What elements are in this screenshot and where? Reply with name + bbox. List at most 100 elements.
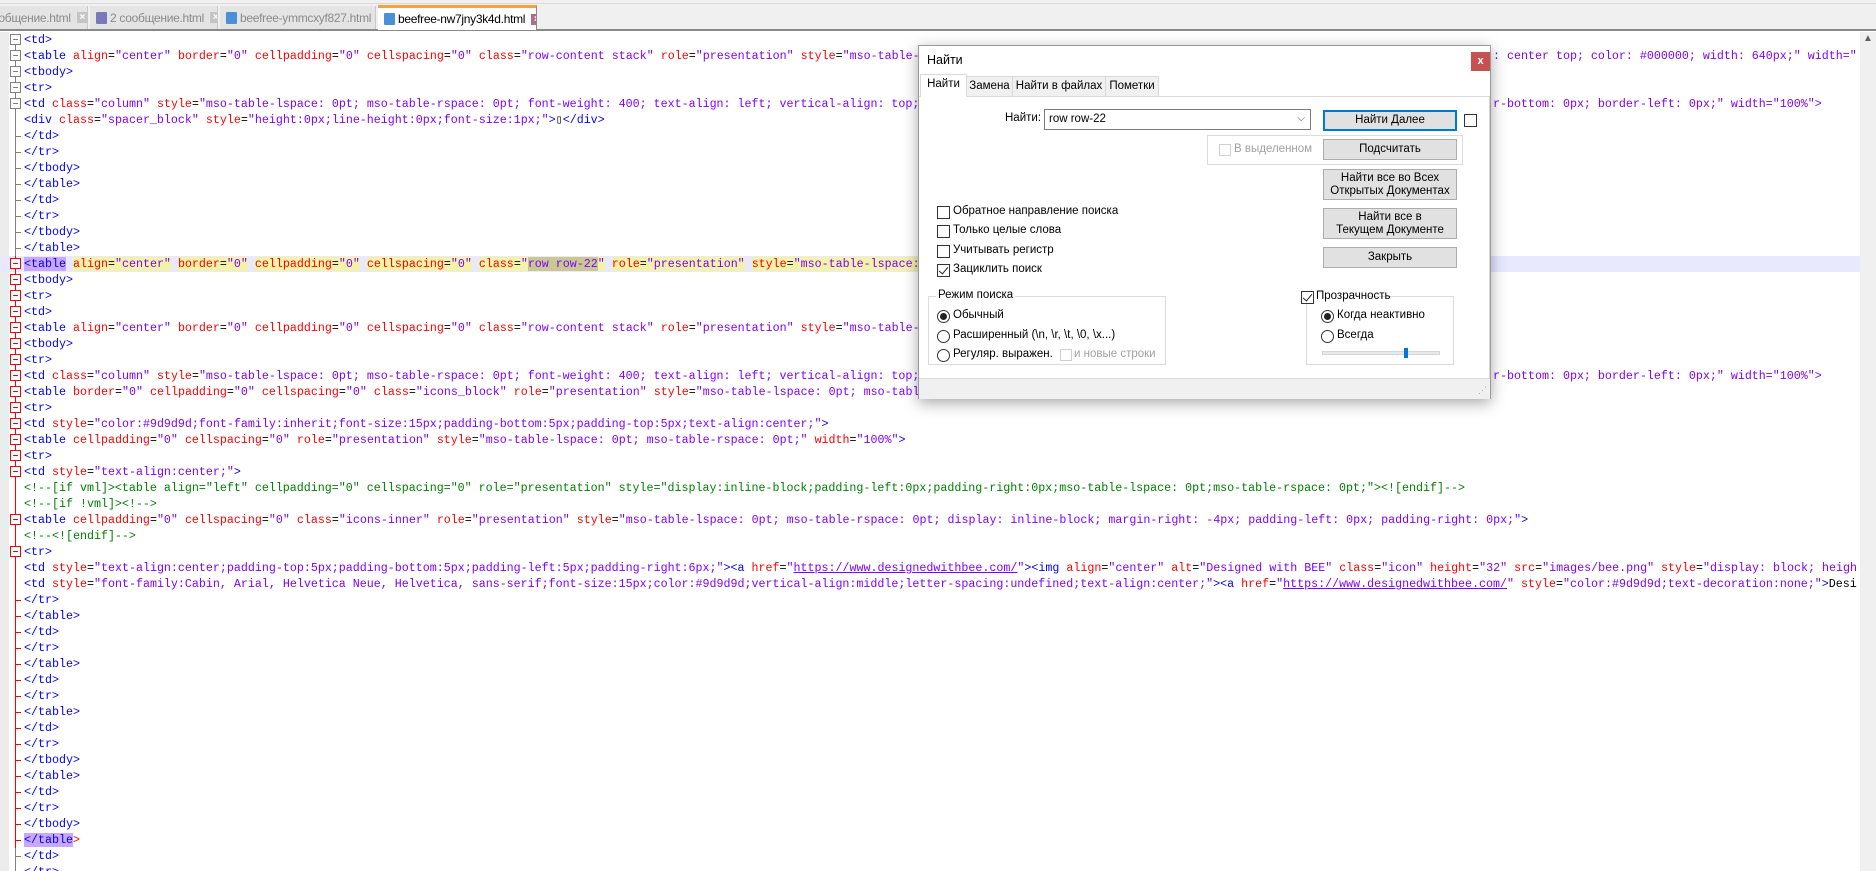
backward-direction-checkbox[interactable] <box>937 206 950 219</box>
code-line[interactable]: </td> <box>0 848 1860 864</box>
code-line[interactable]: </table> <box>0 656 1860 672</box>
chevron-down-icon[interactable]: ⌵ <box>1297 109 1305 128</box>
tab-find[interactable]: Найти <box>920 74 967 97</box>
tab-file-1[interactable]: ообщение.html × <box>0 6 88 29</box>
transparency-always-radio[interactable] <box>1321 330 1334 343</box>
find-input[interactable]: row row-22 ⌵ <box>1044 109 1311 130</box>
resize-grip-icon[interactable]: ⋰ <box>1478 385 1487 396</box>
code-text-left: </tbody> <box>24 224 80 240</box>
transparency-slider[interactable] <box>1322 351 1440 355</box>
code-link[interactable]: https://www.designedwithbee.com/ <box>1283 577 1507 591</box>
tab-mark[interactable]: Пометки <box>1105 76 1159 96</box>
code-equals: = <box>240 113 248 127</box>
code-link[interactable]: https://www.designedwithbee.com/ <box>794 561 1018 575</box>
in-selection-checkbox[interactable] <box>1219 144 1231 156</box>
code-line[interactable]: </td> <box>0 784 1860 800</box>
fold-toggle-icon[interactable] <box>10 64 22 80</box>
code-line[interactable]: </tr> <box>0 800 1860 816</box>
code-line[interactable]: </tbody> <box>0 752 1860 768</box>
find-next-option-checkbox[interactable] <box>1464 114 1477 127</box>
whole-word-checkbox[interactable] <box>937 225 950 238</box>
mode-extended-radio[interactable] <box>937 330 950 343</box>
code-line[interactable]: </table> <box>0 608 1860 624</box>
fold-toggle-icon[interactable] <box>10 304 22 320</box>
fold-toggle-icon[interactable] <box>10 368 22 384</box>
mode-regex-radio[interactable] <box>937 349 950 362</box>
tab-find-in-files[interactable]: Найти в файлах <box>1012 76 1106 96</box>
match-case-checkbox[interactable] <box>937 245 950 258</box>
fold-toggle-icon[interactable] <box>10 400 22 416</box>
fold-toggle-icon[interactable] <box>10 336 22 352</box>
code-line[interactable]: <td style="color:#9d9d9d;font-family:inh… <box>0 416 1860 432</box>
fold-toggle-icon[interactable] <box>10 320 22 336</box>
code-line[interactable]: </tr> <box>0 592 1860 608</box>
code-line[interactable]: </tr> <box>0 864 1860 871</box>
code-line[interactable]: <td style="font-family:Cabin, Arial, Hel… <box>0 576 1860 592</box>
fold-toggle-icon[interactable] <box>10 272 22 288</box>
code-line[interactable]: </tr> <box>0 640 1860 656</box>
fold-toggle-icon[interactable] <box>10 48 22 64</box>
code-line[interactable]: </td> <box>0 720 1860 736</box>
fold-toggle-icon[interactable] <box>10 432 22 448</box>
close-icon[interactable]: x <box>1471 52 1490 71</box>
fold-line-icon <box>10 160 22 176</box>
code-tag: </tr <box>24 641 52 655</box>
mode-normal-radio[interactable] <box>937 310 950 323</box>
fold-toggle-icon[interactable] <box>10 352 22 368</box>
code-tag: <a <box>730 561 745 575</box>
code-tag: </tbody <box>24 161 73 175</box>
code-line[interactable]: </table> <box>0 832 1860 848</box>
transparency-checkbox[interactable] <box>1301 291 1314 304</box>
close-tab-icon[interactable]: × <box>76 12 87 23</box>
transparency-inactive-radio[interactable] <box>1321 310 1334 323</box>
fold-toggle-icon[interactable] <box>10 512 22 528</box>
code-text-left: <table cellpadding="0" cellspacing="0" c… <box>24 512 1528 528</box>
fold-toggle-icon[interactable] <box>10 96 22 112</box>
tab-file-3[interactable]: beefree-ymmcxyf827.html × <box>220 6 376 29</box>
scroll-up-icon[interactable]: ▲ <box>1863 33 1873 44</box>
vertical-scrollbar[interactable]: ▲ <box>1860 32 1876 871</box>
code-line[interactable]: </td> <box>0 672 1860 688</box>
close-tab-icon[interactable]: × <box>209 12 217 23</box>
tab-file-2[interactable]: 2 сообщение.html × <box>90 6 218 29</box>
fold-toggle-icon[interactable] <box>10 416 22 432</box>
fold-toggle-icon[interactable] <box>10 384 22 400</box>
close-button[interactable]: Закрыть <box>1323 247 1457 268</box>
find-all-open-docs-button[interactable]: Найти все во Всех Открытых Документах <box>1323 169 1457 200</box>
fold-toggle-icon[interactable] <box>10 288 22 304</box>
newline-checkbox[interactable] <box>1060 349 1072 361</box>
fold-toggle-icon[interactable] <box>10 32 22 48</box>
fold-toggle-icon[interactable] <box>10 464 22 480</box>
code-line[interactable]: <table cellpadding="0" cellspacing="0" c… <box>0 512 1860 528</box>
code-line[interactable]: <tr> <box>0 448 1860 464</box>
close-tab-icon[interactable]: × <box>531 13 536 25</box>
code-line[interactable]: </td> <box>0 624 1860 640</box>
find-all-current-doc-button[interactable]: Найти все в Текущем Документе <box>1323 208 1457 239</box>
code-equals: = <box>331 321 339 335</box>
fold-toggle-icon[interactable] <box>10 544 22 560</box>
wrap-around-checkbox[interactable] <box>937 264 950 277</box>
code-line[interactable]: <td style="text-align:center;"> <box>0 464 1860 480</box>
fold-toggle-icon[interactable] <box>10 448 22 464</box>
code-line[interactable]: <table cellpadding="0" cellspacing="0" r… <box>0 432 1860 448</box>
code-line[interactable]: </table> <box>0 704 1860 720</box>
tab-file-4-active[interactable]: beefree-nw7jny3k4d.html × <box>378 5 537 30</box>
code-value: "0" <box>338 321 360 335</box>
code-line[interactable]: </tr> <box>0 688 1860 704</box>
code-line[interactable]: </table> <box>0 768 1860 784</box>
code-line[interactable]: </tr> <box>0 736 1860 752</box>
code-line[interactable]: </tbody> <box>0 816 1860 832</box>
fold-toggle-icon[interactable] <box>10 256 22 272</box>
tab-replace[interactable]: Замена <box>966 76 1013 96</box>
code-line[interactable]: <!--[if vml]><table align="left" cellpad… <box>0 480 1860 496</box>
slider-thumb[interactable] <box>1403 348 1408 358</box>
code-line[interactable]: <!--[if !vml]><!--> <box>0 496 1860 512</box>
code-line[interactable]: <td style="text-align:center;padding-top… <box>0 560 1860 576</box>
code-line[interactable]: <!--<![endif]--> <box>0 528 1860 544</box>
find-next-button[interactable]: Найти Далее <box>1323 110 1457 131</box>
code-line[interactable]: <tr> <box>0 400 1860 416</box>
fold-toggle-icon[interactable] <box>10 80 22 96</box>
code-line[interactable]: <tr> <box>0 544 1860 560</box>
count-button[interactable]: Подсчитать <box>1323 139 1457 160</box>
